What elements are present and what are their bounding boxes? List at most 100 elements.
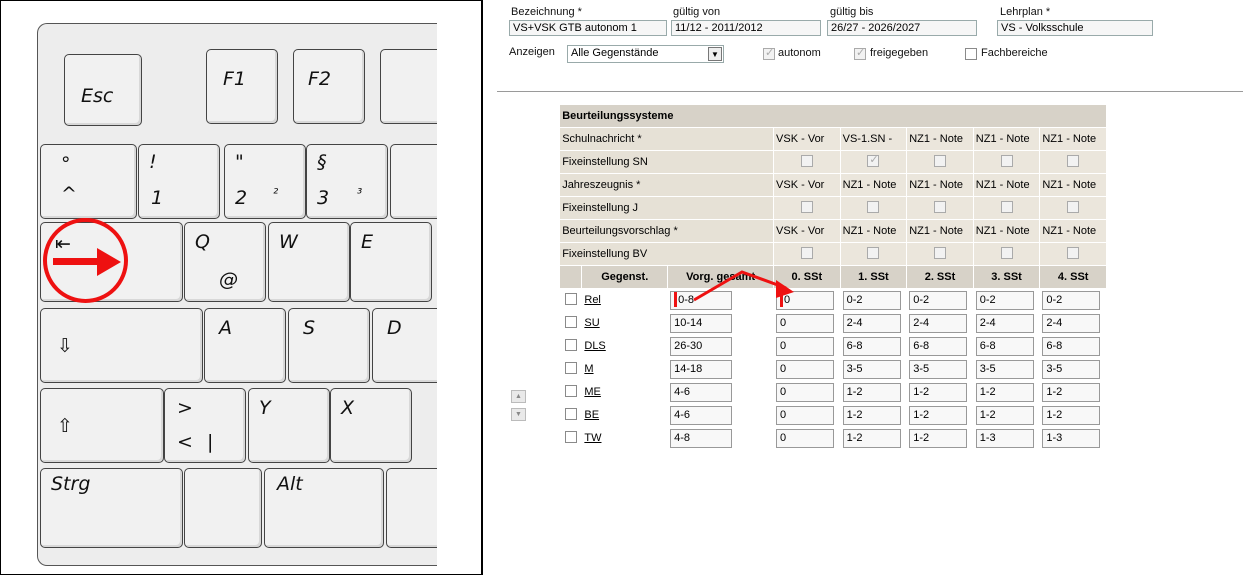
setting-select[interactable]: NZ1 - Note [906,127,974,151]
subject-link[interactable]: ME [584,386,601,398]
sst-input[interactable]: 0-2 [1042,290,1101,310]
sst-input[interactable]: 1-3 [975,428,1034,448]
sst-input[interactable]: 1-3 [1042,428,1101,448]
row-checkbox[interactable] [564,407,577,420]
setting-select[interactable]: VSK - Vor [773,219,841,243]
sst-value: 1-2 [979,408,996,421]
setting-select[interactable]: VSK - Vor [773,173,841,197]
sst-input[interactable]: 6-8 [842,336,901,356]
fix-checkbox[interactable] [933,200,946,213]
sst-input[interactable]: 6-8 [909,336,968,356]
sst-input[interactable]: 0 [776,359,835,379]
row-checkbox[interactable] [564,315,577,328]
total-input[interactable]: 14-18 [670,359,733,379]
subject-link[interactable]: SU [584,317,599,329]
subject-link[interactable]: Rel [584,294,601,306]
fix-checkbox[interactable] [1067,154,1080,167]
sst-input[interactable]: 1-2 [975,382,1034,402]
fix-checkbox[interactable] [800,200,813,213]
fix-cell [839,150,908,174]
sst-input[interactable]: 0-2 [842,290,901,310]
sst-input[interactable]: 0-2 [975,290,1034,310]
fix-checkbox[interactable] [933,246,946,259]
fix-checkbox[interactable] [1000,154,1013,167]
sst-input[interactable]: 2-4 [842,313,901,333]
total-input[interactable]: 4-6 [670,382,733,402]
freigegeben-checkbox[interactable] [854,46,866,60]
bezeichnung-field[interactable]: VS+VSK GTB autonom 1 [509,20,667,36]
sst-cell: 1-2 [906,426,974,450]
total-input[interactable]: 4-6 [670,405,733,425]
sst-input[interactable]: 0 [776,405,835,425]
sst-input[interactable]: 2-4 [975,313,1034,333]
gueltig-von-field[interactable]: 11/12 - 2011/2012 [671,20,821,36]
fix-checkbox[interactable] [800,154,813,167]
sst-input[interactable]: 1-2 [842,428,901,448]
setting-select[interactable]: VS-1.SN - [839,127,908,151]
fix-checkbox[interactable] [867,246,880,259]
setting-select[interactable]: NZ1 - Note [839,173,908,197]
subject-link[interactable]: M [584,363,593,375]
sst-input[interactable]: 3-5 [909,359,968,379]
sst-input[interactable]: 1-2 [842,382,901,402]
sst-input[interactable]: 1-2 [1042,405,1101,425]
fix-checkbox[interactable] [1067,246,1080,259]
sst-input[interactable]: 1-2 [842,405,901,425]
lehrplan-field[interactable]: VS - Volksschule [997,20,1153,36]
sst-input[interactable]: 1-2 [909,405,968,425]
total-input[interactable]: 4-8 [670,428,733,448]
sst-input[interactable]: 1-2 [975,405,1034,425]
sst-value: 2-4 [913,316,930,329]
sst-input[interactable]: 1-2 [909,382,968,402]
sst-input[interactable]: 0 [776,382,835,402]
chevron-down-icon[interactable]: ▼ [708,47,722,61]
fix-cell [906,150,974,174]
setting-select[interactable]: NZ1 - Note [906,173,974,197]
setting-select[interactable]: NZ1 - Note [906,219,974,243]
total-input[interactable]: 26-30 [670,336,733,356]
setting-select[interactable]: NZ1 - Note [1039,173,1107,197]
gueltig-bis-field[interactable]: 26/27 - 2026/2027 [827,20,977,36]
sst-input[interactable]: 0 [776,336,835,356]
setting-select[interactable]: VSK - Vor [773,127,841,151]
fachbereiche-checkbox[interactable] [965,48,977,60]
fix-checkbox[interactable] [1067,200,1080,213]
setting-select[interactable]: NZ1 - Note [839,219,908,243]
setting-select[interactable]: NZ1 - Note [972,219,1041,243]
sst-input[interactable]: 2-4 [1042,313,1101,333]
subject-link[interactable]: TW [584,432,601,444]
key-win [184,468,262,548]
fix-checkbox[interactable] [867,153,880,167]
setting-select[interactable]: NZ1 - Note [972,173,1041,197]
setting-select[interactable]: NZ1 - Note [1039,219,1107,243]
sst-input[interactable]: 6-8 [1042,336,1101,356]
autonom-checkbox[interactable] [763,46,775,60]
sst-input[interactable]: 2-4 [909,313,968,333]
row-checkbox[interactable] [564,292,577,305]
sst-input[interactable]: 3-5 [975,359,1034,379]
fix-checkbox[interactable] [933,154,946,167]
subject-link[interactable]: DLS [584,340,605,352]
sst-input[interactable]: 3-5 [842,359,901,379]
move-down-button[interactable]: ▼ [511,408,526,421]
row-checkbox[interactable] [564,430,577,443]
subject-link[interactable]: BE [584,409,599,421]
sst-input[interactable]: 6-8 [975,336,1034,356]
fix-checkbox[interactable] [1000,246,1013,259]
fix-checkbox[interactable] [1000,200,1013,213]
setting-select[interactable]: NZ1 - Note [1039,127,1107,151]
move-up-button[interactable]: ▲ [511,390,526,403]
fix-checkbox[interactable] [867,200,880,213]
row-checkbox[interactable] [564,361,577,374]
sst-input[interactable]: 1-2 [909,428,968,448]
fix-checkbox[interactable] [800,246,813,259]
sst-input[interactable]: 0 [776,428,835,448]
row-checkbox[interactable] [564,338,577,351]
anzeigen-select[interactable]: Alle Gegenstände ▼ [567,45,724,63]
row-checkbox[interactable] [564,384,577,397]
sst-input[interactable]: 3-5 [1042,359,1101,379]
sst-input[interactable]: 1-2 [1042,382,1101,402]
setting-select[interactable]: NZ1 - Note [972,127,1041,151]
sst-input[interactable]: 0-2 [909,290,968,310]
spacer-cell [536,311,561,335]
